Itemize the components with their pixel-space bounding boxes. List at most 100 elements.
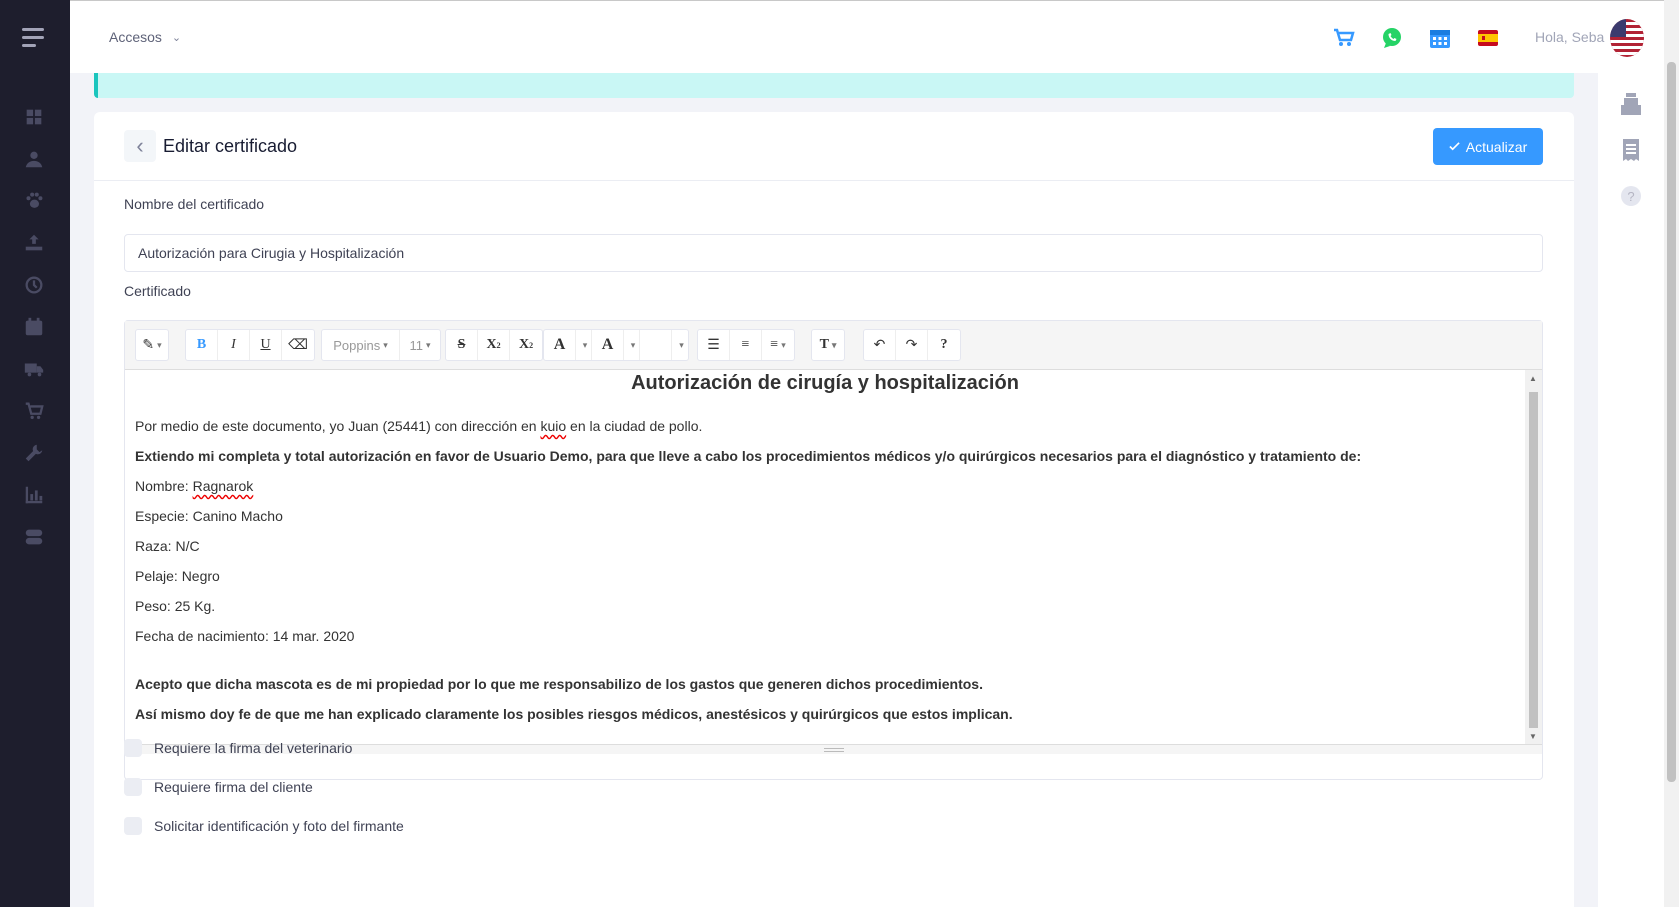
undo-icon[interactable]: ↶ <box>864 330 896 360</box>
signer-id-photo-checkbox[interactable]: Solicitar identificación y foto del firm… <box>124 817 404 835</box>
font-family-value: Poppins <box>333 337 381 353</box>
history-icon[interactable] <box>22 274 46 296</box>
editor-scrollbar[interactable]: ▲ ▼ <box>1525 370 1542 744</box>
superscript-icon[interactable]: X2 <box>478 330 510 360</box>
subscript-icon[interactable]: X2 <box>510 330 542 360</box>
risks-paragraph: Así mismo doy fe de que me han explicado… <box>135 704 1515 724</box>
eraser-icon[interactable]: ⌫ <box>282 330 314 360</box>
pet-name-value: Ragnarok <box>192 478 254 494</box>
bold-icon[interactable]: B <box>186 330 218 360</box>
paragraph-group: ☰ ≡ ≡ ▾ <box>697 329 795 361</box>
pet-name-label: Nombre: <box>135 478 193 494</box>
greeting-text[interactable]: Hola, Seba <box>1535 29 1604 45</box>
editor-scroll-thumb[interactable] <box>1529 392 1538 728</box>
receipt-icon[interactable] <box>1619 137 1643 163</box>
edit-certificate-card: ‹ Editar certificado Actualizar Nombre d… <box>94 112 1574 907</box>
editor-content-area[interactable]: Autorización de cirugía y hospitalizació… <box>125 370 1525 744</box>
font-size-value: 11 <box>409 337 423 353</box>
font-family-select[interactable]: Poppins ▾ <box>322 330 400 360</box>
certificate-name-input[interactable]: Autorización para Cirugia y Hospitalizac… <box>124 234 1543 272</box>
text-size-icon[interactable]: T ▾ <box>812 330 844 360</box>
client-signature-label: Requiere firma del cliente <box>154 779 313 795</box>
document-title: Autorización de cirugía y hospitalizació… <box>631 372 1019 394</box>
line-height-dropdown-icon[interactable]: ▾ <box>672 330 688 360</box>
highlight-color-icon[interactable]: A <box>592 330 624 360</box>
client-signature-checkbox[interactable]: Requiere firma del cliente <box>124 778 313 796</box>
strikethrough-icon[interactable]: S <box>446 330 478 360</box>
align-icon[interactable]: ≡ ▾ <box>762 330 794 360</box>
redo-icon[interactable]: ↷ <box>896 330 928 360</box>
underline-icon[interactable]: U <box>250 330 282 360</box>
wrench-icon[interactable] <box>22 442 46 464</box>
intro-paragraph: Por medio de este documento, yo Juan (25… <box>135 416 1515 436</box>
signer-id-photo-label: Solicitar identificación y foto del firm… <box>154 818 404 834</box>
font-size-select[interactable]: 11 ▾ <box>400 330 440 360</box>
vet-signature-checkbox[interactable]: Requiere la firma del veterinario <box>124 739 352 757</box>
truck-icon[interactable] <box>22 358 46 380</box>
italic-icon[interactable]: I <box>218 330 250 360</box>
intro-text-before: Por medio de este documento, yo Juan (25… <box>135 418 541 434</box>
dashboard-icon[interactable] <box>22 106 46 128</box>
update-button[interactable]: Actualizar <box>1433 128 1543 165</box>
cart-icon[interactable] <box>22 400 46 422</box>
page-scrollbar[interactable] <box>1664 0 1679 907</box>
scroll-up-icon[interactable]: ▲ <box>1529 374 1537 383</box>
scroll-down-icon[interactable]: ▼ <box>1529 732 1537 741</box>
right-quick-panel: ? <box>1598 73 1664 907</box>
risks-text: Así mismo doy fe de que me han explicado… <box>135 706 1013 722</box>
whatsapp-icon[interactable] <box>1380 26 1404 50</box>
highlight-dropdown-icon[interactable]: ▾ <box>624 330 640 360</box>
weight-line: Peso: 25 Kg. <box>135 598 216 614</box>
certificate-content-label: Certificado <box>124 283 191 299</box>
page-scroll-thumb[interactable] <box>1667 62 1676 782</box>
us-flag-avatar-icon[interactable] <box>1610 19 1644 57</box>
cash-register-icon[interactable] <box>1619 91 1643 117</box>
certificate-name-label: Nombre del certificado <box>124 196 265 212</box>
upload-tray-icon[interactable] <box>22 232 46 254</box>
accesos-label: Accesos <box>109 29 162 45</box>
accesos-dropdown[interactable]: Accesos ⌄ <box>109 29 181 45</box>
magic-style-icon[interactable]: ✎ ▾ <box>136 330 168 360</box>
vet-signature-box[interactable] <box>124 739 142 757</box>
species-line: Especie: Canino Macho <box>135 508 283 524</box>
help-icon[interactable]: ? <box>1619 183 1643 209</box>
chevron-left-icon: ‹ <box>136 133 144 158</box>
intro-misspelled-word: kuio <box>540 418 567 434</box>
intro-text-after: en la ciudad de pollo. <box>566 418 703 434</box>
chevron-down-icon: ⌄ <box>171 31 182 44</box>
success-notice <box>94 73 1574 98</box>
breed-line: Raza: N/C <box>135 538 200 554</box>
check-icon <box>1449 142 1460 151</box>
birthdate-line: Fecha de nacimiento: 14 mar. 2020 <box>135 628 355 644</box>
shopping-cart-icon[interactable] <box>1332 26 1356 50</box>
users-icon[interactable] <box>22 148 46 170</box>
menu-toggle-icon[interactable] <box>22 28 44 48</box>
toggle-settings-icon[interactable] <box>22 526 46 548</box>
update-button-label: Actualizar <box>1465 138 1528 155</box>
text-size-group: T ▾ <box>811 329 845 361</box>
signer-id-photo-box[interactable] <box>124 817 142 835</box>
certificate-name-value: Autorización para Cirugia y Hospitalizac… <box>138 245 405 261</box>
font-family-group: Poppins ▾ 11 ▾ <box>321 329 441 361</box>
acceptance-text: Acepto que dicha mascota es de mi propie… <box>135 676 983 692</box>
spain-flag-icon[interactable] <box>1476 26 1500 50</box>
paw-icon[interactable] <box>22 190 46 212</box>
bullet-list-icon[interactable]: ☰ <box>698 330 730 360</box>
calendar-icon[interactable] <box>22 316 46 338</box>
text-color-icon[interactable]: A <box>544 330 576 360</box>
script-group: S X2 X2 <box>445 329 543 361</box>
bar-chart-icon[interactable] <box>22 484 46 506</box>
format-group: B I U ⌫ <box>185 329 315 361</box>
editor-toolbar: ✎ ▾ B I U ⌫ Poppins ▾ 11 ▾ S X2 X2 A ▾ A… <box>125 321 1542 370</box>
back-button[interactable]: ‹ <box>124 130 156 162</box>
coat-line: Pelaje: Negro <box>135 568 220 584</box>
rich-text-editor: ✎ ▾ B I U ⌫ Poppins ▾ 11 ▾ S X2 X2 A ▾ A… <box>124 320 1543 780</box>
page-title: Editar certificado <box>163 136 298 156</box>
authorization-text: Extiendo mi completa y total autorizació… <box>135 448 1362 464</box>
client-signature-box[interactable] <box>124 778 142 796</box>
numbered-list-icon[interactable]: ≡ <box>730 330 762 360</box>
help-question-icon[interactable]: ? <box>928 330 960 360</box>
calendar-grid-icon[interactable] <box>1428 26 1452 50</box>
line-height-select[interactable] <box>640 330 672 360</box>
text-color-dropdown-icon[interactable]: ▾ <box>576 330 592 360</box>
